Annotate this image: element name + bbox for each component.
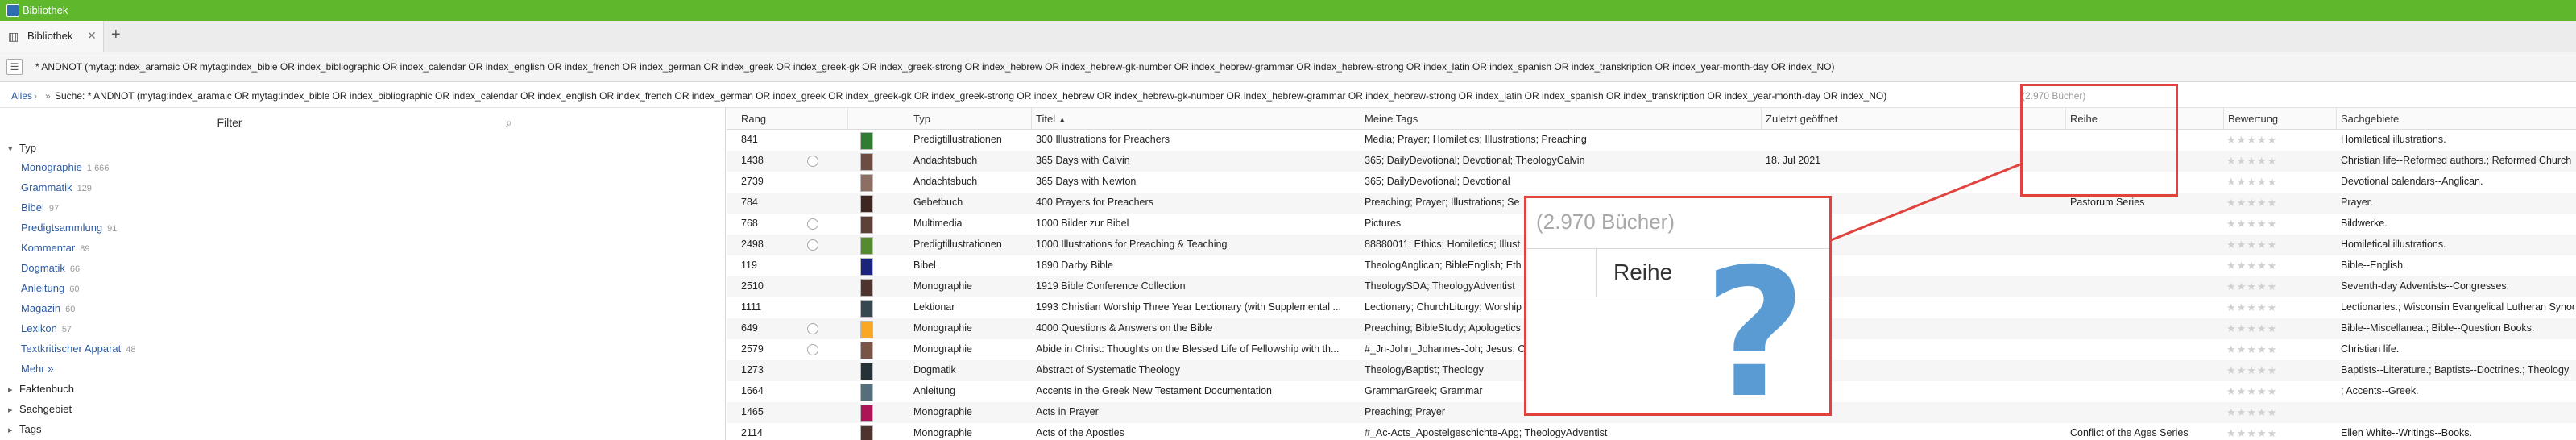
question-icon: ? [1704,230,1807,416]
callout-connector [1826,163,2021,243]
zoom-column-reihe: Reihe [1613,259,1673,284]
zoom-callout: (2.970 Bücher) Reihe ? [1524,196,1832,416]
highlight-box [2020,84,2178,197]
zoom-result-count: (2.970 Bücher) [1536,210,1675,234]
